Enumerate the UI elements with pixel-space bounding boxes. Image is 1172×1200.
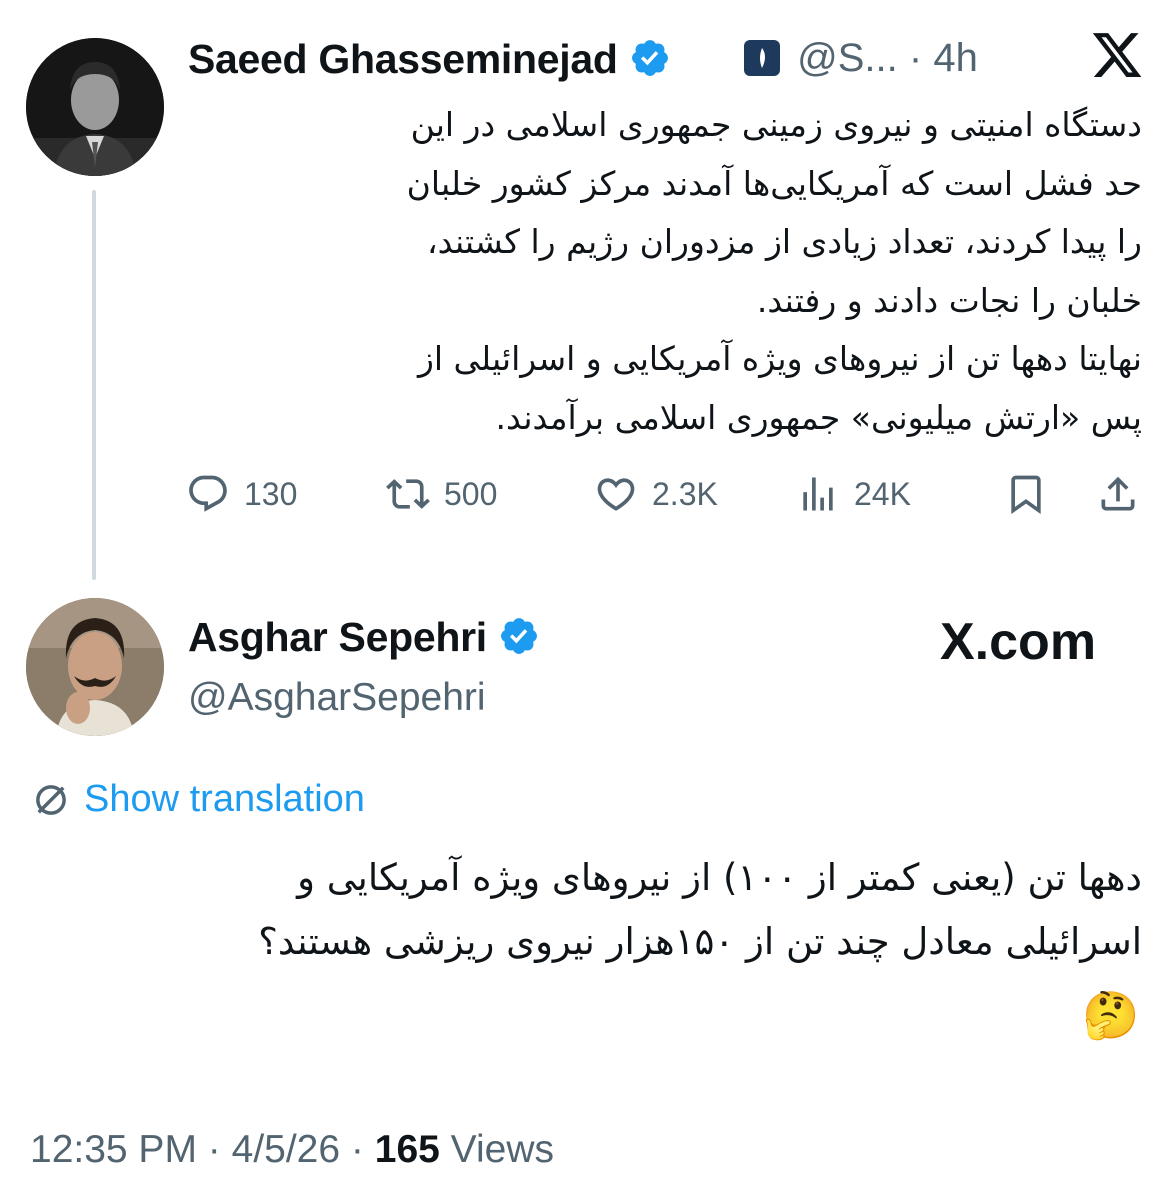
avatar[interactable] <box>26 38 164 176</box>
tweet-actions: 130 500 2.3K 24K <box>186 472 1146 526</box>
quoted-tweet-text: دستگاه امنیتی و نیروی زمینی جمهوری اسلام… <box>406 105 1142 437</box>
bookmark-icon <box>1011 475 1041 515</box>
reply-count: 130 <box>244 475 298 512</box>
author-name-text: Asghar Sepehri <box>188 614 487 660</box>
thread-line <box>92 190 96 580</box>
affiliation-badge-icon <box>744 40 780 76</box>
like-icon <box>597 478 635 511</box>
like-count: 2.3K <box>652 475 718 512</box>
views-label: Views <box>450 1128 554 1171</box>
retweet-icon <box>386 479 430 509</box>
tweet-footer: 12:35 PM · 4/5/26 · 165 Views <box>30 1128 554 1172</box>
tweet-date[interactable]: 4/5/26 <box>232 1128 340 1171</box>
author-name[interactable]: Asghar Sepehri <box>188 614 540 661</box>
footer-separator: · <box>350 1128 364 1171</box>
tweet-text: دهها تن (یعنی کمتر از ۱۰۰) از نیروهای وی… <box>258 856 1142 963</box>
share-button[interactable] <box>1096 472 1154 516</box>
quoted-author-name[interactable]: Saeed Ghasseminejad <box>188 36 671 83</box>
reply-icon <box>189 475 227 512</box>
retweet-button[interactable]: 500 <box>386 472 497 516</box>
views-count: 24K <box>854 475 911 512</box>
translate-icon <box>36 784 66 815</box>
quoted-handle[interactable]: @S... <box>797 36 898 80</box>
avatar[interactable] <box>26 598 164 736</box>
quoted-tweet-meta: @S... · 4h <box>744 36 978 81</box>
x-logo-icon[interactable] <box>1090 28 1144 82</box>
verified-badge-icon <box>631 40 668 76</box>
author-name-text: Saeed Ghasseminejad <box>188 36 618 82</box>
views-icon <box>803 477 833 511</box>
verified-badge-icon <box>501 618 537 654</box>
views-button[interactable]: 24K <box>796 472 911 516</box>
footer-separator: · <box>207 1128 221 1171</box>
reply-button[interactable]: 130 <box>186 472 297 516</box>
share-icon <box>1101 476 1135 511</box>
thinking-face-emoji: 🤔 <box>1082 989 1140 1041</box>
time-ago[interactable]: 4h <box>933 36 978 80</box>
like-button[interactable]: 2.3K <box>594 472 718 516</box>
time-separator: · <box>908 36 923 80</box>
x-com-watermark: X.com <box>940 613 1097 671</box>
views-count: 165 <box>374 1128 440 1171</box>
author-handle[interactable]: @AsgharSepehri <box>188 676 486 720</box>
retweet-count: 500 <box>444 475 498 512</box>
show-translation-label: Show translation <box>84 778 365 820</box>
tweet-time[interactable]: 12:35 PM <box>30 1128 197 1171</box>
show-translation-link[interactable]: Show translation <box>30 778 365 821</box>
bookmark-button[interactable] <box>1004 472 1062 516</box>
